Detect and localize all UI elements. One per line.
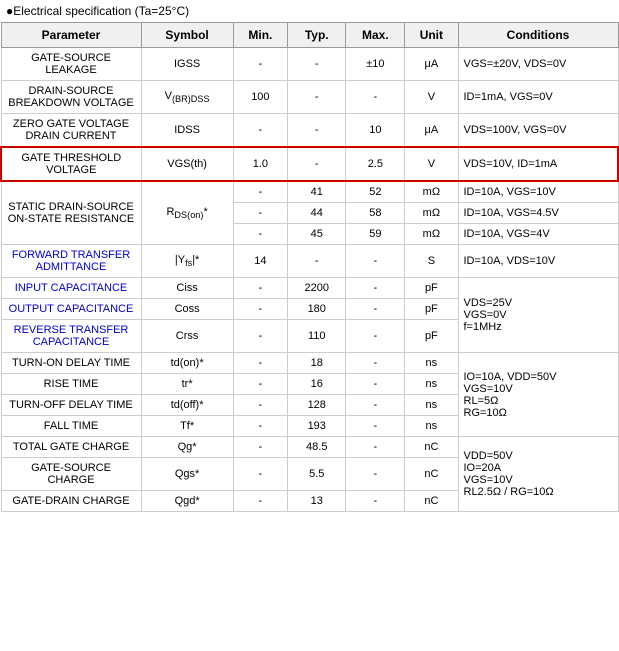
col-max: Max. [346,23,405,48]
col-unit: Unit [405,23,458,48]
col-typ: Typ. [288,23,346,48]
col-min: Min. [233,23,287,48]
col-parameter: Parameter [1,23,141,48]
col-symbol: Symbol [141,23,233,48]
col-conditions: Conditions [458,23,618,48]
electrical-spec-table: Parameter Symbol Min. Typ. Max. Unit Con… [0,22,619,512]
header: ●Electrical specification (Ta=25°C) [0,0,619,22]
